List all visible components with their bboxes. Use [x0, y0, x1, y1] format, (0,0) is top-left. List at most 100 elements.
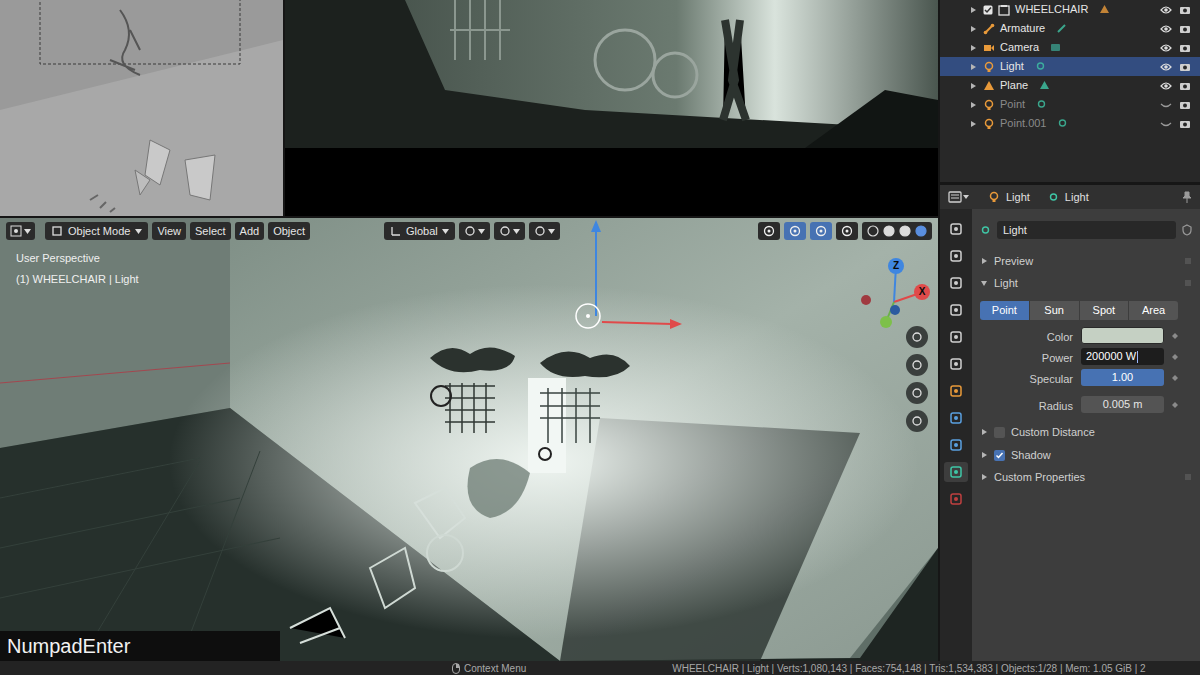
properties-tab-icon[interactable]: [944, 300, 968, 320]
properties-tab-icon[interactable]: [944, 219, 968, 239]
mode-dropdown[interactable]: Object Mode: [45, 222, 148, 240]
viewport-menu[interactable]: Add: [235, 222, 265, 240]
light-type-label[interactable]: Sun: [1044, 302, 1064, 319]
light-type-label[interactable]: Spot: [1093, 302, 1116, 319]
tool-button[interactable]: [494, 222, 525, 240]
viewport-menu-label[interactable]: Add: [240, 223, 260, 240]
panel-title[interactable]: Custom Properties: [994, 469, 1085, 486]
outliner-label[interactable]: Armature: [1000, 20, 1045, 37]
fake-user-shield-icon[interactable]: [1182, 224, 1192, 236]
collapsed-arrow-icon[interactable]: [980, 257, 988, 265]
properties-tab-icon[interactable]: [944, 381, 968, 401]
panel-header[interactable]: Light: [980, 273, 1192, 293]
properties-tabs[interactable]: [940, 209, 972, 661]
wireframe-shading-icon[interactable]: [867, 225, 879, 237]
editor-type-icon[interactable]: [948, 190, 970, 204]
drag-handle-icon[interactable]: [1184, 473, 1192, 481]
navigation-gizmo[interactable]: ZX: [850, 254, 930, 334]
outliner-label[interactable]: Camera: [1000, 39, 1039, 56]
render-camera-icon[interactable]: [1178, 81, 1192, 91]
keyframe-icon[interactable]: [1172, 333, 1178, 339]
subpanel-header[interactable]: Shadow: [980, 445, 1192, 465]
outliner-row[interactable]: Light: [940, 57, 1200, 76]
eye-open-icon[interactable]: [1159, 62, 1173, 72]
render-camera-icon[interactable]: [1178, 119, 1192, 129]
eye-open-icon[interactable]: [1159, 43, 1173, 53]
eye-closed-icon[interactable]: [1159, 100, 1173, 110]
outliner-label[interactable]: WHEELCHAIR: [1015, 1, 1088, 18]
expanded-arrow-icon[interactable]: [980, 279, 988, 287]
panel-title[interactable]: Light: [994, 275, 1018, 292]
light-type-button[interactable]: Area: [1129, 301, 1178, 320]
properties-tab-icon[interactable]: [944, 435, 968, 455]
collapsed-arrow-icon[interactable]: [980, 451, 988, 459]
eye-closed-icon[interactable]: [1159, 119, 1173, 129]
subpanel-checkbox[interactable]: [994, 427, 1005, 438]
outliner-label[interactable]: Point.001: [1000, 115, 1046, 132]
specular-value[interactable]: 1.00: [1112, 369, 1133, 386]
keyframe-icon[interactable]: [1172, 402, 1178, 408]
x-axis-handle[interactable]: X: [914, 284, 930, 300]
collapsed-arrow-icon[interactable]: [980, 473, 988, 481]
tool-button[interactable]: [529, 222, 560, 240]
render-camera-icon[interactable]: [1178, 5, 1192, 15]
subpanel-header[interactable]: Custom Distance: [980, 422, 1192, 442]
drag-handle-icon[interactable]: [1184, 279, 1192, 287]
datablock-name[interactable]: Light: [1003, 222, 1027, 239]
expand-arrow-icon[interactable]: [968, 6, 978, 14]
panel-header[interactable]: Custom Properties: [980, 467, 1192, 487]
dropdown-arrow-icon[interactable]: [24, 229, 31, 234]
number-value[interactable]: 0.005 m: [1103, 396, 1143, 413]
mode-label[interactable]: Object Mode: [68, 223, 130, 240]
light-type-label[interactable]: Point: [992, 302, 1017, 319]
rendered-shading-icon[interactable]: [915, 225, 927, 237]
panel-title[interactable]: Preview: [994, 253, 1033, 270]
drag-handle-icon[interactable]: [1184, 257, 1192, 265]
panel-header[interactable]: Preview: [980, 251, 1192, 271]
nav-button[interactable]: [906, 354, 928, 376]
expand-arrow-icon[interactable]: [968, 120, 978, 128]
outliner-label[interactable]: Point: [1000, 96, 1025, 113]
subpanel-checkbox[interactable]: [994, 450, 1005, 461]
outliner[interactable]: WHEELCHAIRArmatureCameraLightPlanePointP…: [940, 0, 1200, 182]
collapsed-arrow-icon[interactable]: [980, 428, 988, 436]
tool-button[interactable]: [459, 222, 490, 240]
render-camera-icon[interactable]: [1178, 62, 1192, 72]
color-swatch[interactable]: [1081, 327, 1164, 344]
outliner-row[interactable]: Point.001: [940, 114, 1200, 133]
eye-open-icon[interactable]: [1159, 24, 1173, 34]
pin-icon[interactable]: [1182, 191, 1192, 203]
outliner-row[interactable]: Point: [940, 95, 1200, 114]
viewport-menu-label[interactable]: Select: [195, 223, 226, 240]
solid-shading-icon[interactable]: [883, 225, 895, 237]
light-type-label[interactable]: Area: [1142, 302, 1165, 319]
z-axis-handle[interactable]: Z: [888, 258, 904, 274]
specular-slider[interactable]: 1.00: [1081, 369, 1164, 386]
material-shading-icon[interactable]: [899, 225, 911, 237]
power-value[interactable]: 200000 W: [1086, 348, 1136, 365]
include-checkbox-icon[interactable]: [983, 5, 993, 15]
outliner-label[interactable]: Light: [1000, 58, 1024, 75]
properties-tab-icon[interactable]: [944, 273, 968, 293]
nav-button[interactable]: [906, 410, 928, 432]
eye-open-icon[interactable]: [1159, 81, 1173, 91]
keyframe-icon[interactable]: [1172, 354, 1178, 360]
header-toggle[interactable]: [758, 222, 780, 240]
viewport-menu-label[interactable]: Object: [273, 223, 305, 240]
viewport-menu-label[interactable]: View: [157, 223, 181, 240]
properties-tab-icon[interactable]: [944, 489, 968, 509]
light-type-button[interactable]: Spot: [1080, 301, 1129, 320]
orientation-dropdown[interactable]: Global: [384, 222, 455, 240]
expand-arrow-icon[interactable]: [968, 63, 978, 71]
render-camera-icon[interactable]: [1178, 24, 1192, 34]
nav-button[interactable]: [906, 326, 928, 348]
subpanel-title[interactable]: Custom Distance: [1011, 424, 1095, 441]
outliner-row[interactable]: Camera: [940, 38, 1200, 57]
properties-tab-icon[interactable]: [944, 408, 968, 428]
breadcrumb-object[interactable]: Light: [1006, 189, 1030, 206]
outliner-row[interactable]: WHEELCHAIR: [940, 0, 1200, 19]
3d-viewport[interactable]: Object ModeViewSelectAddObjectGlobalUser…: [0, 218, 938, 661]
header-toggle[interactable]: [836, 222, 858, 240]
properties-editor[interactable]: LightLightLightPreviewLightPointSunSpotA…: [940, 185, 1200, 661]
subpanel-title[interactable]: Shadow: [1011, 447, 1051, 464]
